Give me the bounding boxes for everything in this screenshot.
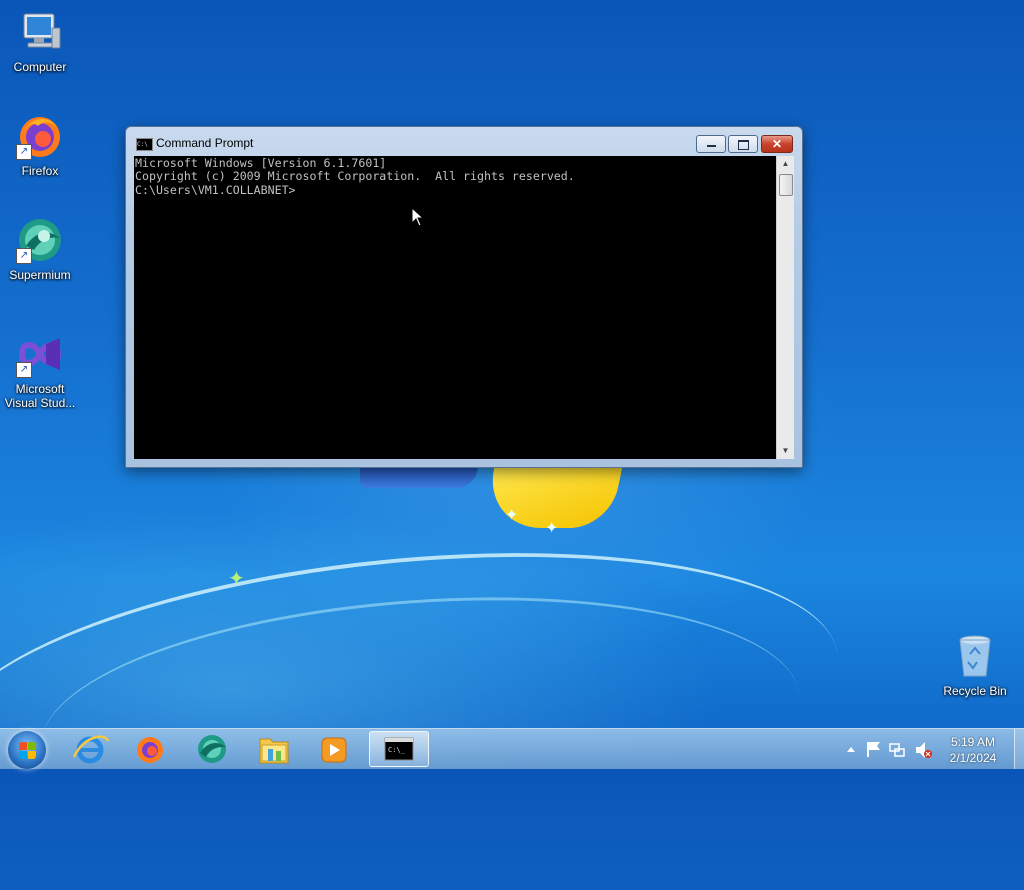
- wallpaper-logo-blue: [360, 466, 478, 488]
- scroll-up-arrow-icon[interactable]: ▲: [777, 156, 794, 172]
- show-hidden-icons-arrow-icon[interactable]: [847, 747, 855, 752]
- shortcut-arrow-icon: ↗: [16, 144, 32, 160]
- visual-studio-icon: ↗: [16, 330, 64, 378]
- wallpaper-sparkle: ✦: [505, 507, 519, 524]
- desktop-icon-label: Computer: [13, 60, 67, 74]
- console-line: Copyright (c) 2009 Microsoft Corporation…: [135, 169, 575, 183]
- firefox-icon: [137, 737, 163, 763]
- show-desktop-button[interactable]: [1014, 729, 1024, 769]
- window-titlebar[interactable]: C:\ Command Prompt ✕: [126, 127, 802, 157]
- desktop-icon-recycle-bin[interactable]: Recycle Bin: [935, 632, 1015, 698]
- clock-time: 5:19 AM: [950, 735, 996, 749]
- clock-date: 2/1/2024: [949, 751, 997, 765]
- minimize-icon: [707, 145, 716, 147]
- command-prompt-window[interactable]: C:\ Command Prompt ✕ Microsoft Windows […: [125, 126, 803, 468]
- desktop-icon-computer[interactable]: Computer: [0, 8, 80, 74]
- scroll-thumb[interactable]: [779, 174, 793, 196]
- window-title: Command Prompt: [156, 136, 254, 150]
- maximize-button[interactable]: [728, 135, 758, 153]
- vertical-scrollbar[interactable]: ▲ ▼: [776, 156, 794, 459]
- computer-icon: [16, 8, 64, 56]
- desktop-icon-visual-studio[interactable]: ↗ Microsoft Visual Stud...: [0, 330, 80, 410]
- desktop-icon-label: Recycle Bin: [943, 684, 1007, 698]
- start-button[interactable]: [8, 731, 46, 769]
- desktop-icon-firefox[interactable]: ↗ Firefox: [0, 112, 80, 178]
- taskbar: C:\_ 5:19 AM 2/1/2024: [0, 728, 1024, 769]
- svg-text:C:\_: C:\_: [388, 746, 406, 754]
- taskbar-file-explorer[interactable]: [246, 731, 302, 767]
- taskbar-command-prompt[interactable]: C:\_: [369, 731, 429, 767]
- shortcut-arrow-icon: ↗: [16, 248, 32, 264]
- network-icon[interactable]: [889, 743, 905, 757]
- supermium-icon: ↗: [16, 216, 64, 264]
- desktop-icon-label: Microsoft Visual Stud...: [4, 382, 76, 410]
- wallpaper-sparkle: ✦: [545, 520, 559, 537]
- taskbar-supermium[interactable]: [184, 731, 240, 767]
- taskbar-firefox[interactable]: [122, 731, 178, 767]
- internet-explorer-icon: [72, 735, 110, 764]
- system-tray: [840, 729, 936, 769]
- wallpaper-sparkle: ✦: [228, 568, 245, 590]
- desktop-icon-label: Firefox: [21, 164, 59, 178]
- wallpaper-swoosh: [0, 513, 853, 890]
- shortcut-arrow-icon: ↗: [16, 362, 32, 378]
- taskbar-media-player[interactable]: [306, 731, 362, 767]
- maximize-icon: [738, 140, 749, 150]
- minimize-button[interactable]: [696, 135, 726, 153]
- media-player-icon: [321, 737, 347, 763]
- console-line: Microsoft Windows [Version 6.1.7601]: [135, 156, 387, 170]
- console-output[interactable]: Microsoft Windows [Version 6.1.7601] Cop…: [134, 156, 776, 459]
- desktop-icon-supermium[interactable]: ↗ Supermium: [0, 216, 80, 282]
- file-explorer-icon: [259, 738, 289, 764]
- command-prompt-icon: C:\_: [384, 737, 414, 761]
- action-center-flag-icon[interactable]: [867, 742, 880, 757]
- close-button[interactable]: ✕: [761, 135, 793, 153]
- supermium-icon: [198, 735, 226, 763]
- desktop-icon-label: Supermium: [9, 268, 71, 282]
- recycle-bin-icon: [951, 632, 999, 680]
- wallpaper-swoosh: [32, 573, 808, 870]
- console-prompt-line: C:\Users\VM1.COLLABNET>: [135, 183, 296, 197]
- windows-logo-icon: [19, 742, 27, 750]
- taskbar-internet-explorer[interactable]: [62, 731, 118, 767]
- volume-muted-icon[interactable]: [916, 742, 932, 758]
- firefox-icon: ↗: [16, 112, 64, 160]
- command-prompt-icon: C:\: [136, 138, 153, 151]
- scroll-down-arrow-icon[interactable]: ▼: [777, 443, 794, 459]
- close-icon: ✕: [771, 137, 783, 151]
- clock[interactable]: 5:19 AM 2/1/2024: [938, 734, 1008, 766]
